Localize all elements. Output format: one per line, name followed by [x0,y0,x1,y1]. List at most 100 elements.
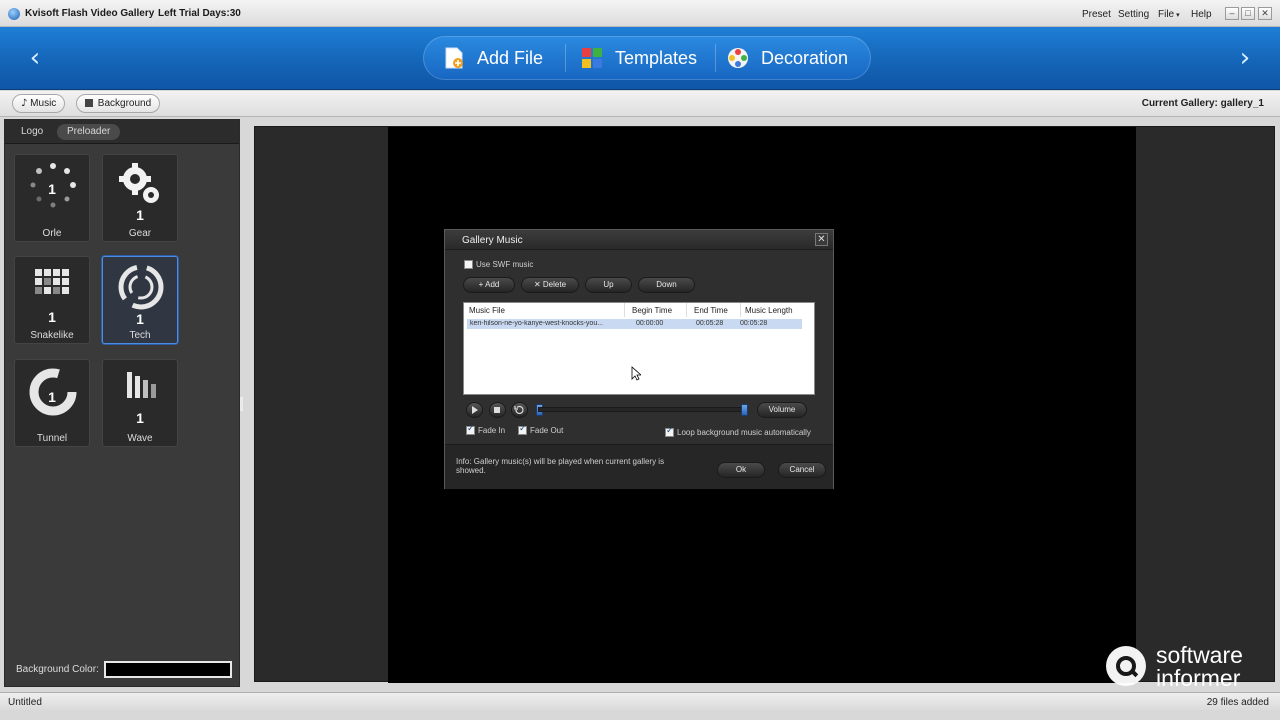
templates-icon [581,47,603,69]
use-swf-music-checkbox[interactable] [464,260,473,269]
dialog-info-text: Info: Gallery music(s) will be played wh… [456,457,665,475]
delete-x-icon: ✕ [533,280,541,289]
repeat-icon [514,405,524,415]
menu-setting[interactable]: Setting [1118,9,1149,20]
column-divider [624,303,625,317]
dialog-close-button[interactable]: ✕ [815,233,828,246]
menu-file-label: File [1158,9,1175,20]
tech-ring-icon [118,264,164,310]
background-color-picker[interactable] [104,661,232,678]
fade-in-checkbox[interactable] [466,424,475,435]
trial-days: Left Trial Days:30 [158,8,241,19]
tab-divider [565,44,566,72]
tab-templates[interactable]: Templates [581,36,697,80]
tab-decoration[interactable]: Decoration [727,36,848,80]
prev-arrow-icon[interactable]: ‹ [20,43,50,73]
decoration-icon [727,47,749,69]
down-button[interactable]: Down [638,277,695,293]
column-header: Begin Time [632,306,673,315]
maximize-button[interactable]: □ [1241,7,1255,20]
tab-templates-label: Templates [615,47,698,68]
preloader-snakelike[interactable]: 1 Snakelike [14,256,90,344]
preloader-number: 1 [136,410,144,426]
close-button[interactable]: ✕ [1258,7,1272,20]
column-header: End Time [694,306,728,315]
main-toolbar: ‹ Add File Templates Decoration › [0,27,1280,90]
loop-music-checkbox[interactable] [665,426,674,437]
watermark-line2: informer [1156,665,1241,691]
up-button-label: Up [603,280,614,289]
tab-decoration-label: Decoration [761,47,849,68]
next-arrow-icon[interactable]: › [1230,43,1260,73]
add-file-icon [443,47,465,69]
preloader-number: 1 [136,207,144,223]
tab-preloader[interactable]: Preloader [57,124,121,140]
background-button[interactable]: Background [76,94,161,113]
preloader-number: 1 [48,181,56,197]
panel-splitter[interactable] [240,397,243,411]
fade-out-label: Fade Out [530,426,564,435]
seek-bar[interactable] [538,407,748,412]
preloader-number: 1 [48,309,56,325]
play-button[interactable] [466,402,483,418]
cancel-button[interactable]: Cancel [778,462,826,478]
dialog-title-bar: Gallery Music ✕ [445,230,833,250]
stop-button[interactable] [489,402,506,418]
add-button-label: Add [485,280,500,289]
main-tabs: Add File Templates Decoration [423,36,871,80]
gear-icon [119,163,159,203]
preloader-gear[interactable]: 1 Gear [102,154,178,242]
background-square-icon [85,99,93,107]
preloader-wave[interactable]: 1 Wave [102,359,178,447]
table-cell: keri-hilson-ne-yo-kanye-west-knocks-you.… [470,320,604,327]
stop-icon [494,407,500,413]
repeat-button[interactable] [511,402,528,418]
ok-button[interactable]: Ok [717,462,765,478]
title-bar: Kvisoft Flash Video Gallery Left Trial D… [0,0,1280,27]
background-button-label: Background [97,98,152,109]
magnifier-logo-icon [1106,646,1146,686]
preloader-tech[interactable]: 1 Tech [102,256,178,344]
dialog-title: Gallery Music [462,235,523,246]
preloader-label: Tunnel [36,433,68,444]
delete-button-label: Delete [542,280,567,289]
table-cell: 00:05:28 [740,320,768,327]
grid-icon [35,269,69,294]
menu-preset[interactable]: Preset [1082,9,1111,20]
volume-button[interactable]: Volume [757,402,807,418]
status-bar: Untitled 29 files added [0,692,1280,710]
minimize-button[interactable]: – [1225,7,1239,20]
panel-tabs: Logo Preloader [5,120,239,144]
fade-in-label: Fade In [478,426,506,435]
up-button[interactable]: Up [585,277,632,293]
delete-button[interactable]: ✕ Delete [521,277,579,293]
add-button[interactable]: + Add [463,277,515,293]
mouse-cursor-icon [631,366,641,381]
play-icon [472,406,478,414]
music-button-label: Music [30,98,57,109]
tab-add-file-label: Add File [477,47,544,68]
tab-logo[interactable]: Logo [11,124,53,140]
preloader-panel: Logo Preloader 1 Orle 1 Gear 1 Snakelike… [4,119,240,687]
column-divider [740,303,741,317]
preloader-tunnel[interactable]: 1 Tunnel [14,359,90,447]
preloader-orle[interactable]: 1 Orle [14,154,90,242]
column-header: Music Length [745,306,793,315]
status-filename: Untitled [8,697,42,708]
fade-out-checkbox[interactable] [518,424,527,435]
music-button[interactable]: ♪ Music [12,94,66,113]
tab-add-file[interactable]: Add File [443,36,543,80]
seek-end-thumb[interactable] [741,404,748,416]
background-color-label: Background Color: [16,664,99,675]
preloader-label: Snakelike [30,330,74,341]
app-title: Kvisoft Flash Video Gallery [25,8,155,19]
plus-icon: + [478,280,484,289]
menu-help[interactable]: Help [1191,9,1212,20]
tab-divider [715,44,716,72]
table-cell: 00:00:00 [636,320,664,327]
menu-file[interactable]: File ▾ [1158,9,1180,20]
sub-toolbar: ♪ Music Background Current Gallery: gall… [0,91,1280,117]
music-note-icon: ♪ [21,98,28,109]
preloader-label: Gear [128,228,152,239]
chevron-down-icon: ▾ [1176,12,1180,19]
